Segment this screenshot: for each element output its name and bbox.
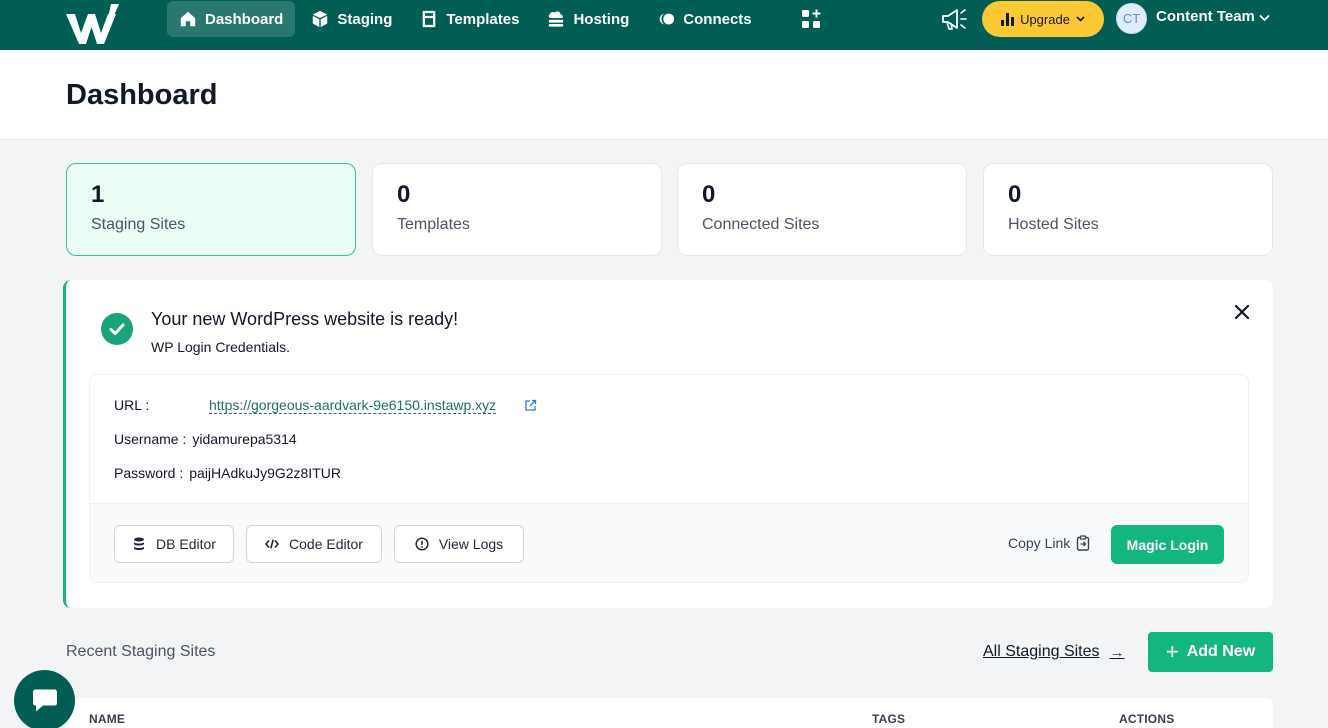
main-nav: Dashboard Staging Templates Hosting Conn… [167, 1, 764, 37]
upgrade-label: Upgrade [1020, 11, 1070, 27]
notice-subtitle: WP Login Credentials. [151, 339, 291, 355]
nav-hosting[interactable]: Hosting [535, 1, 641, 37]
page-title: Dashboard [66, 79, 218, 111]
notice-title: Your new WordPress website is ready! [151, 309, 459, 329]
stat-label: Hosted Sites [1008, 216, 1099, 233]
stat-value: 0 [397, 181, 411, 208]
stat-label: Staging Sites [91, 216, 186, 233]
magic-login-button[interactable]: Magic Login [1111, 525, 1224, 564]
credential-password-row: Password : paijHAdkuJy9G2z8ITUR [114, 465, 341, 481]
code-icon [265, 539, 280, 549]
credential-url-row: URL : https://gorgeous-aardvark-9e6150.i… [114, 397, 614, 414]
team-name[interactable]: Content Team [1156, 8, 1255, 25]
stat-value: 0 [1008, 181, 1022, 208]
check-circle-icon [101, 313, 133, 345]
apps-grid-icon[interactable] [800, 8, 822, 30]
site-url-link[interactable]: https://gorgeous-aardvark-9e6150.instawp… [209, 397, 497, 414]
credentials-box: URL : https://gorgeous-aardvark-9e6150.i… [89, 374, 1249, 583]
stat-value: 0 [702, 181, 716, 208]
stat-label: Templates [397, 216, 470, 233]
stat-card-staging-sites[interactable]: 1 Staging Sites [66, 163, 356, 256]
plus-icon: + [1165, 639, 1179, 664]
code-editor-label: Code Editor [289, 536, 363, 552]
add-new-button[interactable]: + Add New [1148, 632, 1273, 672]
add-new-label: Add New [1186, 643, 1256, 660]
copy-link-button[interactable]: Copy Link [1008, 535, 1090, 551]
nav-templates[interactable]: Templates [408, 1, 531, 37]
recent-staging-sites-title: Recent Staging Sites [66, 643, 216, 660]
stat-card-hosted-sites[interactable]: 0 Hosted Sites [983, 163, 1273, 256]
chart-bars-icon [1001, 12, 1015, 26]
all-staging-sites-label: All Staging Sites [983, 643, 1100, 660]
code-editor-button[interactable]: Code Editor [246, 525, 382, 563]
nav-dashboard-label: Dashboard [205, 10, 284, 28]
copy-link-label: Copy Link [1008, 535, 1071, 551]
column-header-actions: ACTIONS [1119, 712, 1175, 726]
staging-sites-table-header: NAME TAGS ACTIONS [66, 698, 1273, 728]
credential-username-row: Username : yidamurepa5314 [114, 431, 297, 447]
info-circle-icon [415, 537, 429, 551]
url-label: URL : [114, 397, 150, 413]
column-header-tags[interactable]: TAGS [872, 712, 905, 726]
close-icon[interactable] [1232, 302, 1252, 322]
db-editor-button[interactable]: DB Editor [114, 525, 234, 563]
view-logs-button[interactable]: View Logs [394, 525, 524, 563]
user-avatar[interactable]: CT [1116, 3, 1147, 34]
stat-value: 1 [91, 181, 105, 208]
instawp-logo[interactable] [64, 4, 122, 44]
nav-connects-label: Connects [683, 10, 752, 28]
top-navigation-bar: Dashboard Staging Templates Hosting Conn… [0, 0, 1328, 50]
password-value: paijHAdkuJy9G2z8ITUR [189, 465, 341, 481]
connects-icon [659, 13, 675, 25]
templates-icon [423, 10, 436, 28]
clipboard-copy-icon [1077, 535, 1090, 551]
nav-dashboard[interactable]: Dashboard [167, 1, 296, 37]
username-label: Username : [114, 431, 187, 447]
database-icon [134, 537, 145, 550]
view-logs-label: View Logs [438, 536, 504, 552]
support-chat-button[interactable] [14, 670, 75, 728]
nav-templates-label: Templates [446, 10, 520, 28]
db-editor-label: DB Editor [156, 536, 216, 552]
nav-hosting-label: Hosting [573, 10, 630, 28]
credentials-actions: DB Editor Code Editor View Logs Copy Lin… [90, 503, 1248, 582]
cube-icon [313, 10, 328, 28]
chat-icon [32, 689, 57, 711]
stat-label: Connected Sites [702, 216, 820, 233]
nav-staging-label: Staging [337, 10, 393, 28]
external-link-icon[interactable] [524, 399, 537, 412]
chevron-down-icon[interactable] [1259, 14, 1270, 22]
chevron-down-icon [1076, 16, 1085, 22]
upgrade-button[interactable]: Upgrade [982, 1, 1104, 37]
nav-staging[interactable]: Staging [299, 1, 404, 37]
announcements-megaphone-icon[interactable] [940, 6, 968, 32]
arrow-right-icon: → [1109, 643, 1125, 661]
password-label: Password : [114, 465, 184, 481]
page-header: Dashboard [0, 50, 1328, 140]
nav-connects[interactable]: Connects [645, 1, 763, 37]
all-staging-sites-link[interactable]: All Staging Sites → [983, 643, 1125, 661]
site-ready-notice: Your new WordPress website is ready! WP … [63, 280, 1273, 608]
column-header-name[interactable]: NAME [89, 712, 125, 726]
home-icon [180, 11, 196, 27]
stat-card-connected-sites[interactable]: 0 Connected Sites [677, 163, 967, 256]
username-value: yidamurepa5314 [192, 431, 297, 447]
stat-card-templates[interactable]: 0 Templates [372, 163, 662, 256]
cloud-server-icon [549, 11, 564, 27]
